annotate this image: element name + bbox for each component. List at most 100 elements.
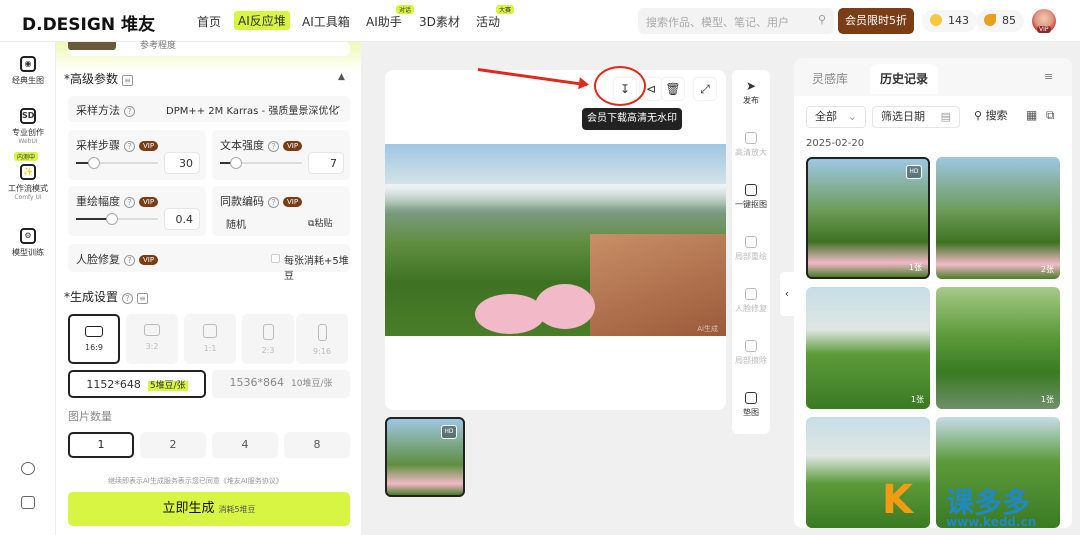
nav-tag-contest: 大赛 [496,5,515,14]
grid-view-icon[interactable]: ▦ [1026,108,1037,122]
steps-slider[interactable] [76,157,158,169]
logo[interactable]: D.DESIGN 堆友 [22,10,155,35]
history-panel: 灵感库 历史记录 ≡ 全部 ⌄ 筛选日期 ▤ ⚲ 搜索 ▦ ⧉ 2025-02-20… [794,58,1072,528]
filter-all-select[interactable]: 全部 ⌄ [806,106,866,128]
text-strength-input[interactable]: 7 [308,152,344,174]
ratio-1-1[interactable]: 1:1 [184,314,236,364]
leftnav-model-train[interactable]: ⚙ 模型训练 [0,228,56,258]
nav-ai-toolbox[interactable]: AI工具箱 [302,13,350,30]
fullscreen-icon[interactable]: ⤢ [694,78,716,100]
seed-input[interactable]: 随机 [226,216,246,231]
count-2[interactable]: 2 [140,432,206,458]
tool-erase[interactable]: 局部擦除 [732,340,770,366]
nav-ai-assistant[interactable]: AI助手 [366,13,402,30]
leftnav-classic-gen[interactable]: ◉ 经典生图 [0,56,56,86]
wechat-icon[interactable] [21,462,35,475]
avatar[interactable]: VIP [1032,9,1056,33]
text-strength-slider[interactable] [220,157,302,169]
image-watermark: Ai生成 [697,325,718,333]
generate-button[interactable]: 立即生成 消耗5堆豆 [68,492,350,526]
annotation-circle [594,66,646,106]
collapse-panel-icon[interactable]: ≡ [1044,70,1053,83]
ratio-shape-icon [85,326,103,337]
count-8[interactable]: 8 [284,432,350,458]
nav-3d-assets[interactable]: 3D素材 [419,13,460,30]
help-icon: ? [268,141,279,152]
leftnav-label: 模型训练 [12,248,44,257]
seed-card: 同款编码? VIP 随机 ⧉粘贴 [212,186,350,236]
count-4[interactable]: 4 [212,432,278,458]
text-strength-card: 文本强度? VIP 7 [212,130,350,180]
coin-balance[interactable]: 143 [922,10,977,32]
tab-inspiration[interactable]: 灵感库 [812,64,848,94]
hd-badge: HD [906,165,922,179]
book-icon[interactable] [21,496,35,509]
paste-button[interactable]: ⧉粘贴 [308,216,332,229]
inpaint-icon [745,236,757,248]
size-cost-badge: 5堆豆/张 [147,381,188,391]
filter-date-picker[interactable]: 筛选日期 ▤ [872,106,960,128]
classic-gen-icon: ◉ [20,56,36,72]
search-icon[interactable]: ⚲ [818,13,826,26]
vip-discount-button[interactable]: 会员限时5折 [838,8,914,34]
sampler-select[interactable]: DPM++ 2M Karras - 强质量景深优化 [166,102,338,117]
tool-upscale[interactable]: 高清放大 [732,132,770,158]
generated-image[interactable]: Ai生成 [385,144,726,336]
nav-ai-reactor[interactable]: AI反应堆 [234,11,290,30]
tool-reference[interactable]: 垫图 [732,392,770,418]
history-search-button[interactable]: ⚲ 搜索 [966,106,1016,128]
generate-cost: 消耗5堆豆 [218,505,256,514]
leftnav-workflow[interactable]: 内测中 ✨ 工作流模式 Comfy UI [0,152,56,201]
chevron-left-icon[interactable]: ‹ [780,272,794,316]
count-1[interactable]: 1 [68,432,134,458]
delete-icon[interactable]: 🗑 [662,78,684,100]
nav-activity[interactable]: 活动 [476,13,500,30]
history-item[interactable]: HD 1张 [806,157,930,279]
seed-label: 同款编码? VIP [220,193,303,209]
size-option-1536[interactable]: 1536*864 10堆豆/张 [212,370,350,398]
workflow-icon: ✨ [20,164,36,180]
nav-home[interactable]: 首页 [197,13,221,30]
prev-row: 参考程度 [68,41,350,56]
face-fix-checkbox[interactable] [271,254,280,263]
leftnav-pro-create[interactable]: SD 专业创作 WebUI [0,108,56,145]
leftnav-label: 专业创作 [12,128,44,137]
steps-input[interactable]: 30 [164,152,200,174]
agreement-text[interactable]: 继续即表示AI生成服务表示您已同意《堆友AI服务协议》 [108,476,283,486]
tool-inpaint[interactable]: 局部重绘 [732,236,770,262]
history-item[interactable]: 1张 [806,287,930,409]
send-icon: ➤ [745,79,757,93]
chevron-down-icon[interactable]: ⌄ [334,101,342,111]
vip-badge: VIP [283,197,303,207]
ratio-3-2[interactable]: 3:2 [126,314,178,364]
vip-badge: VIP [139,141,159,151]
ratio-2-3[interactable]: 2:3 [242,314,294,364]
history-date: 2025-02-20 [806,138,865,149]
tool-face-fix[interactable]: 人脸修复 [732,288,770,314]
redraw-slider[interactable] [76,213,158,225]
select-icon[interactable]: ⧉ [1046,108,1055,123]
sampler-label: 采样方法? [76,102,135,118]
size-option-1152[interactable]: 1152*648 5堆豆/张 [68,370,206,398]
help-icon: ? [122,293,134,304]
ratio-9-16[interactable]: 9:16 [296,314,348,364]
search-input[interactable]: 搜索作品、模型、笔记、用户 ⚲ [638,8,834,34]
ratio-16-9[interactable]: 16:9 [68,314,120,364]
advanced-title[interactable]: *高级参数 ≡ [64,70,134,87]
sampler-row[interactable]: 采样方法? DPM++ 2M Karras - 强质量景深优化 ⌄ [68,96,350,122]
mist [385,184,726,214]
tab-history[interactable]: 历史记录 [870,64,939,94]
redraw-input[interactable]: 0.4 [164,208,200,230]
tool-publish[interactable]: ➤ 发布 [732,80,770,106]
history-item[interactable]: 2张 [936,157,1060,279]
help-icon: ? [268,197,279,208]
thumbnail[interactable]: HD [385,417,465,497]
bean-balance[interactable]: 85 [976,10,1024,32]
image-count-label: 图片数量 [68,410,112,423]
text-strength-label: 文本强度? VIP [220,137,303,153]
steps-card: 采样步骤? VIP 30 [68,130,206,180]
search-placeholder: 搜索作品、模型、笔记、用户 [646,16,789,29]
collapse-caret-icon[interactable]: ▲ [338,72,345,82]
history-item[interactable]: 1张 [936,287,1060,409]
tool-cutout[interactable]: 一键抠图 [732,184,770,210]
